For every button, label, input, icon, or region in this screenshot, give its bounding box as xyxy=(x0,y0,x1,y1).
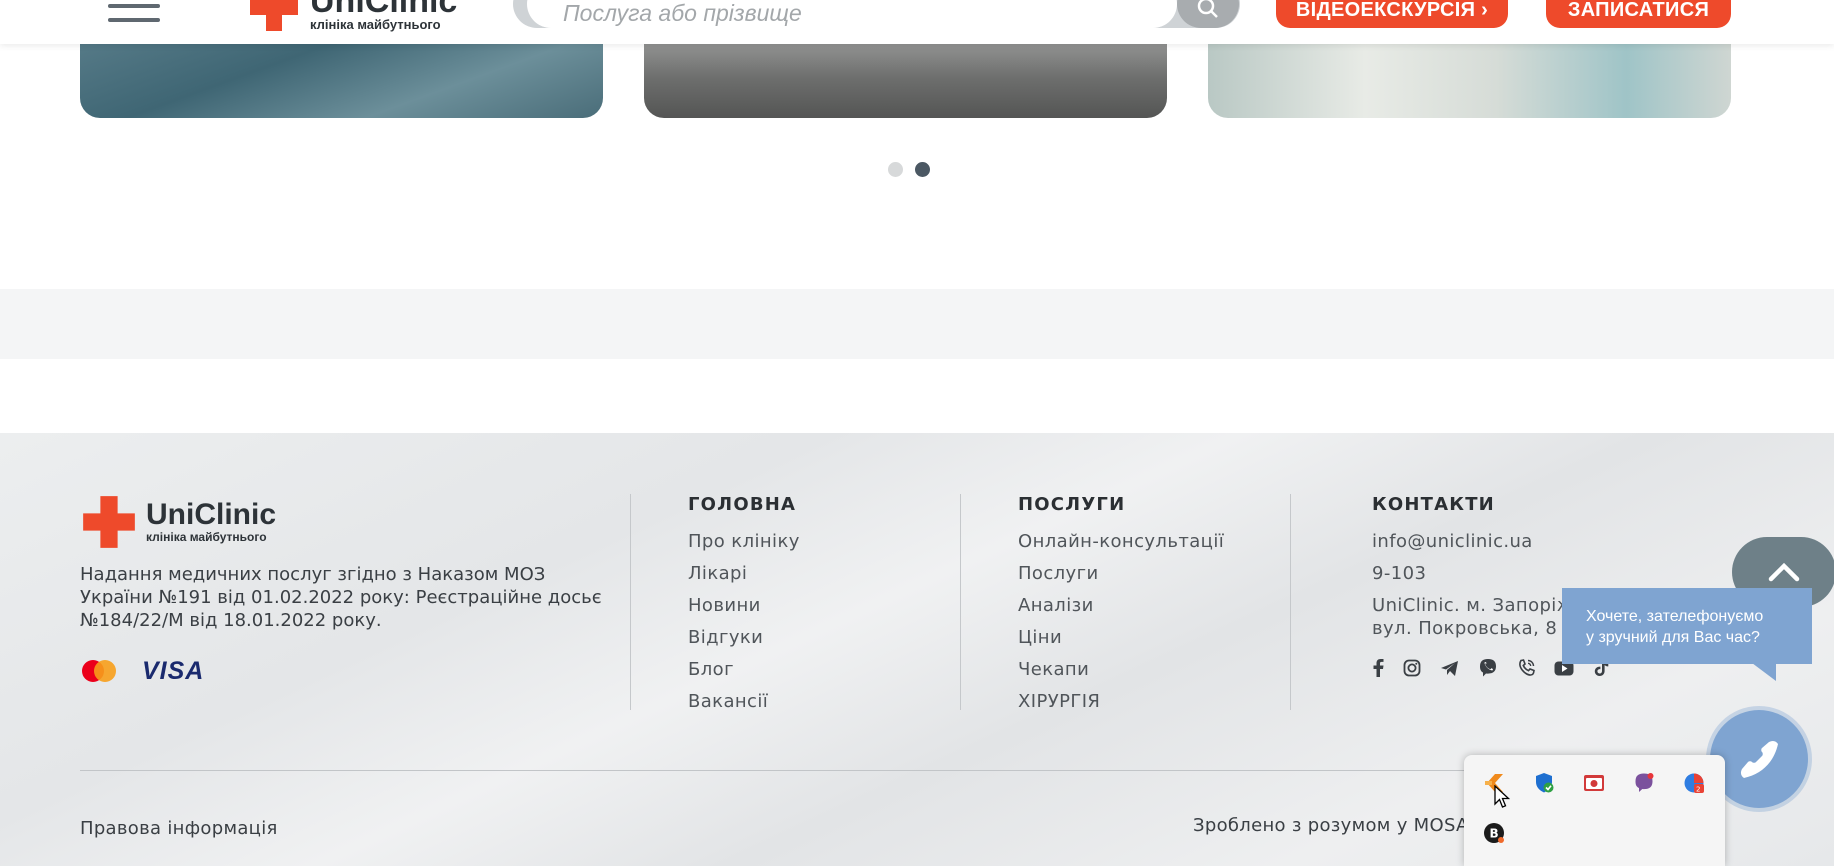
footer-divider xyxy=(630,494,631,710)
footer-link-reviews[interactable]: Відгуки xyxy=(688,622,800,654)
footer-link-checkups[interactable]: Чекапи xyxy=(1018,654,1224,686)
footer-column-title: ПОСЛУГИ xyxy=(1018,494,1126,515)
header-logo-brand: UniClinic xyxy=(310,0,458,20)
phone-icon[interactable] xyxy=(1517,658,1535,678)
callback-bubble-line: Хочете, зателефонуємо xyxy=(1586,608,1764,625)
book-appointment-button[interactable]: ЗАПИСАТИСЯ xyxy=(1546,0,1731,28)
footer-logo[interactable]: UniClinic клініка майбутнього xyxy=(80,494,276,550)
telegram-icon[interactable] xyxy=(1440,658,1459,678)
footer-column-services: ПОСЛУГИ Онлайн-консультації Послуги Анал… xyxy=(1018,494,1224,718)
search-icon xyxy=(1197,0,1218,18)
phone-handset-icon xyxy=(1740,740,1778,778)
site-header: UniClinic клініка майбутнього ВІДЕОЕКСКУ… xyxy=(0,0,1834,44)
section-divider-band xyxy=(0,289,1834,359)
footer-link-blog[interactable]: Блог xyxy=(688,654,800,686)
footer-link-analyses[interactable]: Аналізи xyxy=(1018,590,1224,622)
svg-text:2: 2 xyxy=(1696,786,1700,794)
footer-link-online[interactable]: Онлайн-консультації xyxy=(1018,526,1224,558)
camera-capture-tray-icon[interactable] xyxy=(1578,767,1610,799)
carousel-pagination xyxy=(888,162,930,177)
contact-phone-link[interactable]: 9-103 xyxy=(1372,558,1602,590)
visa-logo: VISA xyxy=(142,657,205,685)
viber-icon[interactable] xyxy=(1478,658,1498,678)
browser-tray-icon[interactable]: 2 xyxy=(1678,767,1710,799)
payment-methods: VISA xyxy=(80,657,204,686)
footer-link-prices[interactable]: Ціни xyxy=(1018,622,1224,654)
callback-offer-bubble[interactable]: Хочете, зателефонуємо у зручний для Вас … xyxy=(1562,588,1812,664)
footer-column-title: КОНТАКТИ xyxy=(1372,494,1495,515)
footer-divider xyxy=(960,494,961,710)
footer-link-services[interactable]: Послуги xyxy=(1018,558,1224,590)
videotour-button[interactable]: ВІДЕОЕКСКУРСІЯ › xyxy=(1276,0,1508,28)
instagram-icon[interactable] xyxy=(1403,658,1421,678)
footer-logo-tagline: клініка майбутнього xyxy=(146,530,267,544)
footer-column-title: ГОЛОВНА xyxy=(688,494,797,515)
contact-email-link[interactable]: info@uniclinic.ua xyxy=(1372,526,1602,558)
footer-logo-brand: UniClinic xyxy=(146,498,277,531)
viber-tray-icon[interactable] xyxy=(1628,767,1660,799)
callback-bubble-line: у зручний для Вас час? xyxy=(1586,629,1760,646)
license-text: Надання медичних послуг згідно з Наказом… xyxy=(80,564,602,631)
footer-link-about[interactable]: Про клініку xyxy=(688,526,800,558)
legal-info-link[interactable]: Правова інформація xyxy=(80,818,278,839)
footer-link-doctors[interactable]: Лікарі xyxy=(688,558,800,590)
callback-bubble-tail xyxy=(1752,663,1776,681)
footer-column-main: ГОЛОВНА Про клініку Лікарі Новини Відгук… xyxy=(688,494,800,718)
footer-link-news[interactable]: Новини xyxy=(688,590,800,622)
facebook-icon[interactable] xyxy=(1372,658,1384,678)
mouse-cursor-icon xyxy=(1494,785,1510,808)
b-app-tray-icon[interactable]: B xyxy=(1478,817,1510,849)
cross-logo-icon xyxy=(250,0,298,31)
header-logo-tagline: клініка майбутнього xyxy=(310,16,441,32)
security-shield-tray-icon[interactable] xyxy=(1528,767,1560,799)
header-logo[interactable]: UniClinic клініка майбутнього xyxy=(248,0,457,36)
footer-link-surgery[interactable]: ХІРУРГІЯ xyxy=(1018,686,1224,718)
mastercard-icon xyxy=(82,659,116,682)
carousel-dot-active[interactable] xyxy=(915,162,930,177)
system-tray-overflow: 2 B xyxy=(1464,755,1725,866)
hamburger-menu-icon[interactable] xyxy=(108,0,160,34)
footer-link-vacancies[interactable]: Вакансії xyxy=(688,686,800,718)
made-by-credit: Зроблено з розумом у MOSA xyxy=(1193,815,1469,836)
carousel-dot[interactable] xyxy=(888,162,903,177)
cross-logo-icon xyxy=(83,496,135,548)
chevron-up-icon xyxy=(1768,562,1800,582)
svg-text:B: B xyxy=(1490,827,1499,841)
search-input[interactable] xyxy=(527,0,1177,28)
footer-divider xyxy=(1290,494,1291,710)
